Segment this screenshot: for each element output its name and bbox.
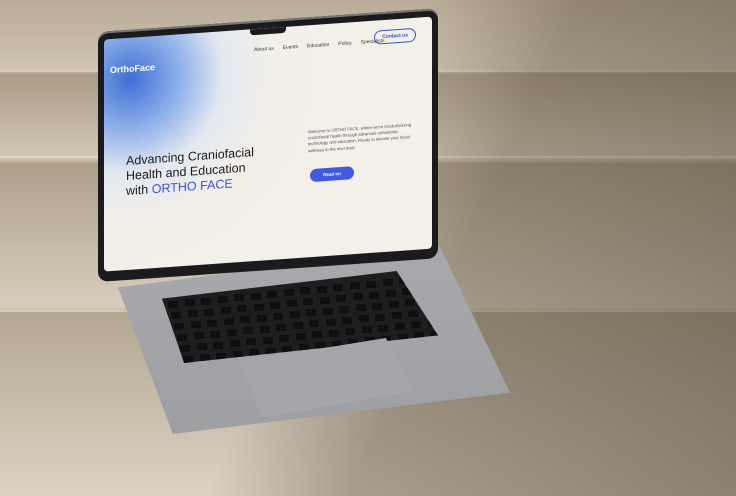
top-nav: About us Events Education Policy Special… [254,38,385,53]
keyboard-key [204,308,214,316]
hero-title: Advancing Craniofacial Health and Educat… [126,144,266,199]
keyboard-key [184,299,195,307]
keyboard-key [325,318,336,326]
keyboard-key [316,285,327,293]
keyboard-key [226,328,237,336]
site-logo[interactable]: Face OrthoFace [110,62,155,75]
keyboard-key [168,301,178,308]
laptop-lid: Face OrthoFace About us Events Education… [98,8,438,282]
keyboard-key [283,289,294,297]
keyboard-key [385,289,396,297]
logo-part-dark: Ortho [110,63,135,76]
keyboard-key [256,314,267,322]
keyboard-key [234,294,244,302]
keyboard-key [210,330,220,338]
keyboard-key [300,287,310,295]
contact-us-button[interactable]: Contact us [374,27,416,45]
keyboard-key [319,296,330,304]
keyboard-key [240,316,250,324]
keyboard-key [388,300,399,308]
keyboard-key [183,356,193,363]
keyboard-key [336,295,346,302]
keyboard-key [216,352,226,360]
keyboard-key [295,333,306,341]
keyboard-key [174,323,184,330]
keyboard-key [276,323,286,331]
keyboard-key [405,299,415,307]
keyboard-key [217,295,228,303]
keyboard-key [237,305,247,313]
keyboard-key [322,307,333,315]
keyboard-key [328,329,339,337]
keyboard-key [213,341,223,349]
keyboard-key [286,300,297,308]
keyboard-key [309,320,319,328]
keyboard-key [355,304,366,312]
keyboard-key [207,319,217,327]
nav-policy[interactable]: Policy [338,40,351,47]
nav-about-us[interactable]: About us [254,46,274,53]
keyboard-key [243,327,253,335]
keyboard-key [279,334,289,342]
keyboard-key [352,293,363,301]
keyboard-key [312,331,322,339]
keyboard-key [339,306,349,313]
keyboard-key [193,332,204,340]
keyboard-key [262,336,273,344]
keyboard-key [369,291,379,299]
keyboard-key [361,326,372,334]
keyboard-key [177,334,187,341]
hero-description: Welcome to ORTHO FACE, where we're revol… [308,122,412,153]
keyboard-key [349,282,360,290]
keyboard-key [229,339,240,347]
keyboard-key [366,280,376,288]
laptop-screen: Face OrthoFace About us Events Education… [104,16,432,272]
nav-events[interactable]: Events [283,44,298,51]
keyboard-key [358,315,369,323]
keyboard-key [306,309,316,317]
keyboard-key [270,301,280,309]
camera-notch [250,26,286,36]
keyboard-key [375,313,385,321]
keyboard-key [196,343,207,351]
keyboard-key [342,317,352,324]
nav-education[interactable]: Education [307,42,329,50]
keyboard-key [273,312,283,320]
keyboard-key [171,312,181,319]
keyboard-key [372,302,382,310]
keyboard-key [187,310,198,318]
keyboard-key [180,345,190,352]
keyboard-key [391,311,402,319]
read-on-button[interactable]: Read on [310,166,354,183]
keyboard-key [199,354,210,362]
keyboard-key [201,297,211,305]
keyboard-key [378,324,388,332]
keyboard-key [246,338,256,346]
keyboard-key [220,306,231,314]
keyboard-key [267,290,277,298]
keyboard-key [253,303,264,311]
keyboard-key [292,322,303,330]
keyboard-key [303,298,313,306]
logo-part-face: Face [134,62,156,74]
keyboard-key [394,322,405,330]
keyboard-key [223,317,234,325]
keyboard-key [190,321,201,329]
keyboard-key [250,292,261,300]
keyboard-key [382,278,393,286]
keyboard-key [408,310,418,318]
keyboard-key [289,311,300,319]
keyboard-key [333,284,343,291]
keyboard-key [259,325,270,333]
keyboard-key [345,328,355,335]
keyboard-key [411,321,421,329]
